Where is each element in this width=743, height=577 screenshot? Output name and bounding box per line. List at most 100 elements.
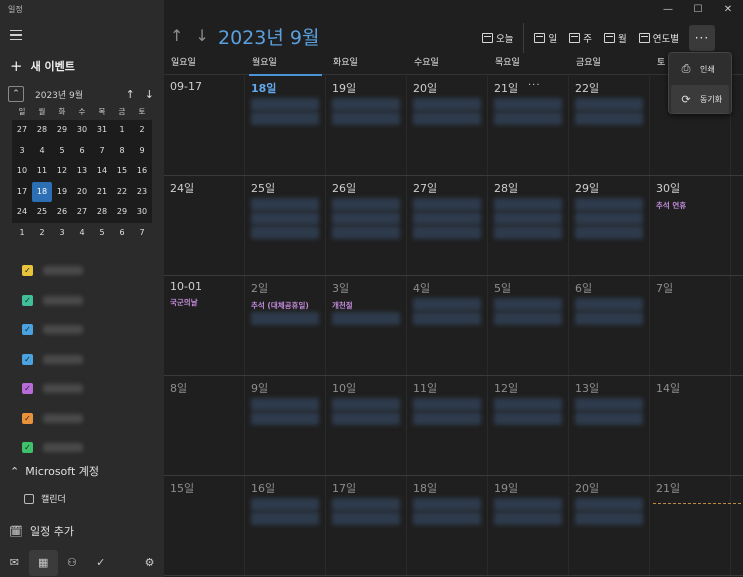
blurred-event[interactable] [494, 212, 562, 225]
add-calendar-button[interactable]: 🗓 일정 추가 [9, 523, 74, 539]
mini-day[interactable]: 16 [132, 161, 152, 181]
blurred-event[interactable] [413, 298, 481, 311]
mini-day[interactable]: 29 [112, 202, 132, 222]
sync-menu-item[interactable]: ⟳ 동기화 [671, 85, 729, 113]
blurred-event[interactable] [575, 298, 643, 311]
checkbox-checked-icon[interactable]: ✓ [22, 442, 33, 454]
blurred-event[interactable] [251, 112, 319, 125]
blurred-event[interactable] [332, 112, 400, 125]
blurred-event[interactable] [494, 112, 562, 125]
mini-day[interactable]: 11 [32, 161, 52, 181]
day-cell[interactable]: 20일 [569, 476, 650, 575]
day-cell[interactable]: 11일 [407, 376, 488, 475]
day-cell[interactable]: 28일 [488, 176, 569, 275]
day-cell[interactable]: 17일 [326, 476, 407, 575]
mini-day[interactable]: 27 [12, 120, 32, 140]
year-view-button[interactable]: 연도별 [633, 25, 685, 51]
day-cell[interactable]: 10-01 국군의날 [164, 276, 245, 375]
mini-day[interactable]: 2 [32, 223, 52, 243]
day-cell[interactable]: 30일 추석 연휴 [650, 176, 731, 275]
blurred-event[interactable] [575, 112, 643, 125]
blurred-event[interactable] [413, 198, 481, 211]
print-menu-item[interactable]: ⎙ 인쇄 [671, 55, 729, 83]
mini-day[interactable]: 28 [92, 202, 112, 222]
mini-day[interactable]: 8 [112, 141, 132, 161]
blurred-event[interactable] [251, 312, 319, 325]
blurred-event[interactable] [332, 312, 400, 325]
mini-day[interactable]: 5 [52, 141, 72, 161]
day-cell[interactable]: 18일 [245, 76, 326, 175]
blurred-event[interactable] [494, 412, 562, 425]
blurred-event[interactable] [575, 412, 643, 425]
day-cell[interactable]: 8일 [164, 376, 245, 475]
day-view-button[interactable]: 일 [528, 25, 563, 51]
mini-day[interactable]: 1 [112, 120, 132, 140]
blurred-event[interactable] [494, 398, 562, 411]
mini-day[interactable]: 4 [32, 141, 52, 161]
blurred-event[interactable] [413, 412, 481, 425]
calendar-list-item[interactable]: ✓ [22, 315, 83, 345]
mini-day[interactable]: 7 [132, 223, 152, 243]
mini-day[interactable]: 18 [32, 181, 52, 202]
mini-calendar-month[interactable]: 2023년 9월 [35, 88, 83, 101]
blurred-event[interactable] [332, 226, 400, 239]
mini-day[interactable]: 20 [72, 182, 92, 202]
blurred-event[interactable] [494, 498, 562, 511]
calendar-checkbox-item[interactable]: 캘린더 [24, 492, 66, 505]
blurred-event[interactable] [494, 512, 562, 525]
holiday-label[interactable]: 개천절 [332, 300, 400, 311]
blurred-event[interactable] [575, 98, 643, 111]
calendar-list-item[interactable]: ✓ [22, 286, 83, 316]
blurred-event[interactable] [575, 212, 643, 225]
day-cell[interactable]: 5일 [488, 276, 569, 375]
day-cell[interactable]: 29일 [569, 176, 650, 275]
mini-day[interactable]: 9 [132, 141, 152, 161]
calendar-list-item[interactable]: ✓ [22, 374, 83, 404]
calendar-list-item[interactable]: ✓ [22, 256, 83, 286]
mini-day[interactable]: 22 [112, 182, 132, 202]
day-cell[interactable]: 6일 [569, 276, 650, 375]
mail-icon[interactable]: ✉ [0, 550, 29, 576]
mini-day[interactable]: 30 [72, 120, 92, 140]
blurred-event[interactable] [251, 98, 319, 111]
day-cell[interactable]: 7일 [650, 276, 731, 375]
mini-day[interactable]: 3 [52, 223, 72, 243]
arrow-up-icon[interactable]: ↑ [126, 88, 135, 101]
mini-day[interactable]: 1 [12, 223, 32, 243]
mini-day[interactable]: 13 [72, 161, 92, 181]
blurred-event[interactable] [251, 198, 319, 211]
month-title[interactable]: 2023년 9월 [218, 23, 319, 50]
blurred-event[interactable] [575, 498, 643, 511]
blurred-event[interactable] [494, 98, 562, 111]
mini-day[interactable]: 24 [12, 202, 32, 222]
month-view-button[interactable]: 월 [598, 25, 633, 51]
mini-day[interactable]: 15 [112, 161, 132, 181]
blurred-event[interactable] [251, 498, 319, 511]
blurred-event[interactable] [413, 312, 481, 325]
blurred-event[interactable] [251, 412, 319, 425]
blurred-event[interactable] [332, 512, 400, 525]
mini-day[interactable]: 26 [52, 202, 72, 222]
blurred-event[interactable] [413, 498, 481, 511]
day-cell[interactable]: 26일 [326, 176, 407, 275]
blurred-event[interactable] [575, 398, 643, 411]
blurred-event[interactable] [494, 298, 562, 311]
checkbox-checked-icon[interactable]: ✓ [22, 294, 33, 306]
day-cell[interactable]: 10일 [326, 376, 407, 475]
blurred-event[interactable] [413, 112, 481, 125]
mini-day[interactable]: 12 [52, 161, 72, 181]
holiday-label[interactable]: 추석 연휴 [656, 200, 724, 211]
mini-day[interactable]: 25 [32, 202, 52, 222]
day-cell[interactable]: 25일 [245, 176, 326, 275]
new-event-button[interactable]: + 새 이벤트 [10, 57, 75, 75]
mini-day[interactable]: 17 [12, 182, 32, 202]
checkbox-checked-icon[interactable]: ✓ [22, 412, 33, 424]
day-cell[interactable]: 9일 [245, 376, 326, 475]
mini-day[interactable]: 27 [72, 202, 92, 222]
blurred-event[interactable] [332, 398, 400, 411]
day-cell[interactable]: 3일 개천절 [326, 276, 407, 375]
day-cell[interactable]: 22일 [569, 76, 650, 175]
minimize-icon[interactable]: — [653, 0, 683, 18]
mini-day[interactable]: 10 [12, 161, 32, 181]
mini-day[interactable]: 5 [92, 223, 112, 243]
